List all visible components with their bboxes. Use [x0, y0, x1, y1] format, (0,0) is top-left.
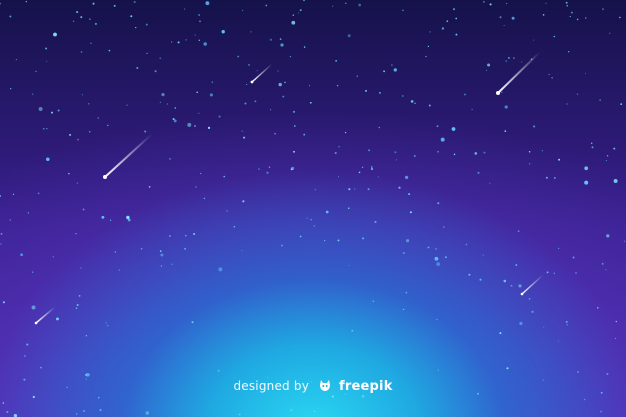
shooting-star	[103, 133, 153, 179]
freepik-brand-text: freepik	[339, 379, 393, 394]
shooting-star	[34, 306, 56, 325]
shooting-star	[496, 51, 541, 95]
designed-by-text: designed by	[233, 379, 309, 393]
freepik-credit: designed by freepik	[0, 379, 626, 395]
shooting-star	[250, 63, 273, 84]
starry-sky-background: designed by freepik	[0, 0, 626, 417]
freepik-logo-icon	[318, 379, 332, 395]
shooting-star	[520, 274, 544, 296]
meteors-layer	[34, 51, 544, 325]
